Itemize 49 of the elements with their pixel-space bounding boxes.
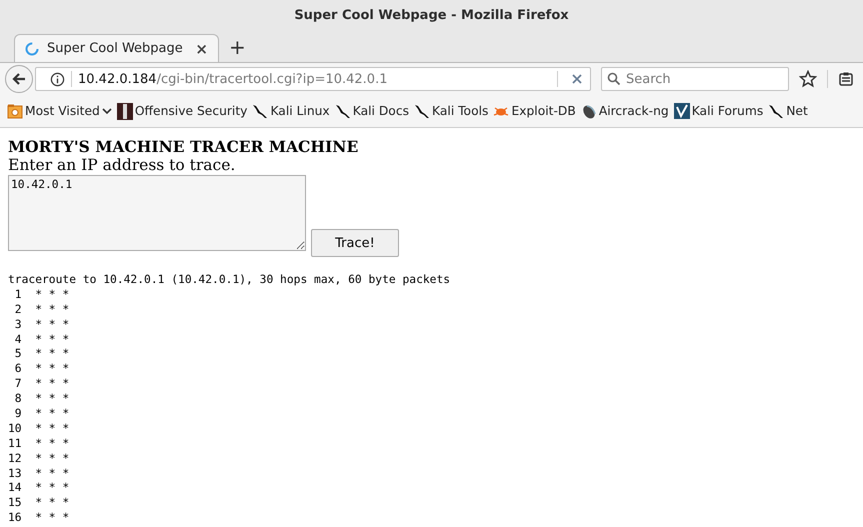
bookmark-item[interactable]: Kali Linux xyxy=(252,103,330,119)
page-heading: MORTY'S MACHINE TRACER MACHINE xyxy=(8,138,360,156)
search-field[interactable]: Search xyxy=(601,67,789,91)
output-line: 8 * * * xyxy=(14,392,70,408)
output-line: 5 * * * xyxy=(14,347,70,362)
close-tab-button[interactable]: × xyxy=(195,40,208,58)
ip-input-field[interactable]: 10.42.0.1 xyxy=(8,175,306,251)
output-line: 13 * * * xyxy=(8,466,70,482)
folder-icon xyxy=(7,103,23,119)
back-button[interactable] xyxy=(5,65,33,93)
bookmark-item[interactable]: Kali Tools xyxy=(414,103,488,119)
bookmark-star-icon[interactable] xyxy=(799,70,817,88)
output-line: 11 * * * xyxy=(8,436,70,452)
output-line: 14 * * * xyxy=(8,481,70,496)
loading-icon xyxy=(25,42,39,56)
window-title: Super Cool Webpage - Mozilla Firefox xyxy=(294,8,569,22)
trace-button[interactable]: Trace! xyxy=(311,229,399,257)
output-line: 15 * * * xyxy=(8,496,70,512)
reading-list-icon[interactable] xyxy=(838,71,854,87)
output-line: 6 * * * xyxy=(14,362,70,378)
chevron-down-icon xyxy=(102,108,112,114)
url-text: 10.42.0.184/cgi-bin/tracertool.cgi?ip=10.42.0.1 xyxy=(78,72,388,86)
browser-tab[interactable]: Super Cool Webpage × xyxy=(14,34,219,62)
satellite-dish-icon xyxy=(580,102,597,120)
prompt-text: Enter an IP address to trace. xyxy=(8,156,236,175)
clear-icon[interactable] xyxy=(572,74,582,84)
pillar-icon xyxy=(116,102,133,120)
bookmark-item[interactable]: Kali Forums xyxy=(674,103,764,119)
back-arrow-icon xyxy=(11,71,27,87)
output-line: 9 * * * xyxy=(14,407,70,422)
output-line: 3 * * * xyxy=(14,318,70,333)
bookmark-item[interactable]: Aircrack-ng xyxy=(580,102,669,120)
output-line: traceroute to 10.42.0.1 (10.42.0.1), 30 hops max, 60 byte packets xyxy=(8,273,450,288)
output-line: 16 * * * xyxy=(8,511,70,526)
bookmark-item[interactable]: Most Visited xyxy=(7,103,112,119)
bookmark-item[interactable]: Net xyxy=(768,103,808,119)
output-line: 1 * * * xyxy=(14,288,70,303)
new-tab-button[interactable]: + xyxy=(229,34,246,62)
info-icon xyxy=(50,72,65,86)
output-line: 7 * * * xyxy=(14,377,70,392)
forum-icon xyxy=(674,103,690,119)
output-line: 10 * * * xyxy=(8,422,70,437)
output-line: 12 * * * xyxy=(8,452,70,467)
bookmark-item[interactable]: Offensive Security xyxy=(116,102,248,120)
bookmark-item[interactable]: Exploit-DB xyxy=(493,104,576,118)
output-line: 2 * * * xyxy=(14,302,70,318)
output-line: 4 * * * xyxy=(14,332,70,348)
address-bar[interactable]: 10.42.0.184/cgi-bin/tracertool.cgi?ip=10.42.0.1 xyxy=(35,67,591,91)
bookmark-item[interactable]: Kali Docs xyxy=(334,103,410,119)
